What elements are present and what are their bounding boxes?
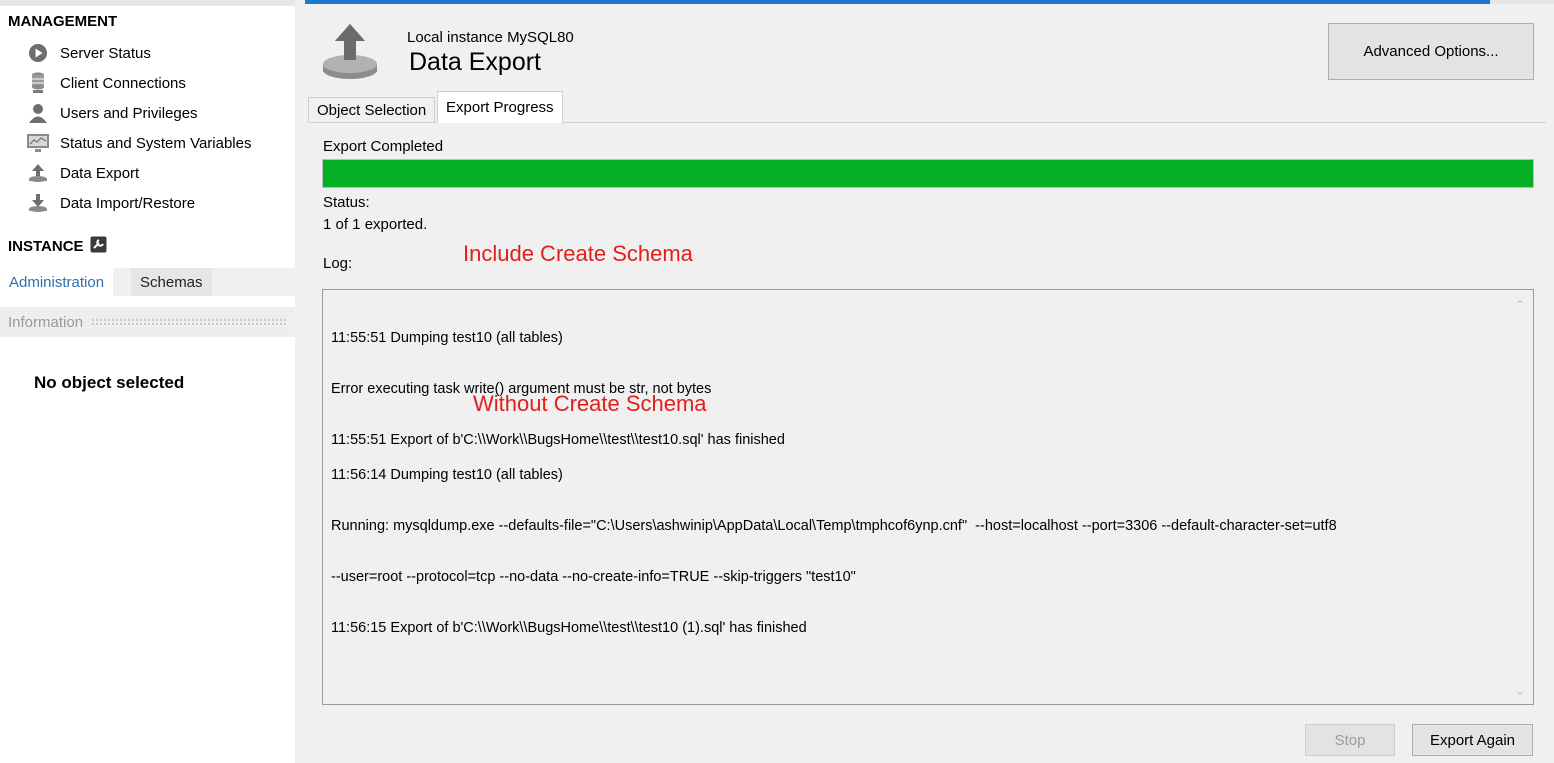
stop-button[interactable]: Stop	[1305, 724, 1395, 756]
log-line: Running: mysqldump.exe --defaults-file="…	[331, 518, 1337, 534]
sidebar-top-strip	[0, 0, 295, 6]
navigator-sidebar: MANAGEMENT Server Status Client Connecti…	[0, 0, 295, 763]
no-object-selected-text: No object selected	[34, 373, 185, 392]
management-heading: MANAGEMENT	[8, 13, 117, 30]
annotation-without-create-schema: Without Create Schema	[473, 391, 707, 416]
nav-item-data-export[interactable]: Data Export	[26, 160, 139, 186]
tab-schemas[interactable]: Schemas	[131, 268, 212, 296]
scroll-down-arrow-icon[interactable]: ⌄	[1513, 684, 1527, 698]
instance-heading: INSTANCE	[8, 236, 107, 257]
nav-item-server-status[interactable]: Server Status	[26, 40, 151, 66]
tab-export-progress-label: Export Progress	[446, 99, 554, 116]
data-export-large-icon	[319, 22, 381, 84]
instance-heading-label: INSTANCE	[8, 238, 84, 255]
log-textarea[interactable]: 11:55:51 Dumping test10 (all tables) Err…	[322, 289, 1534, 705]
tab-export-progress[interactable]: Export Progress	[437, 91, 563, 123]
nav-item-label: Status and System Variables	[60, 134, 252, 152]
log-line: 11:55:51 Dumping test10 (all tables)	[331, 330, 563, 346]
tab-administration[interactable]: Administration	[0, 268, 114, 296]
log-line: 11:56:15 Export of b'C:\\Work\\BugsHome\…	[331, 620, 807, 636]
information-panel-header[interactable]: Information	[0, 307, 295, 337]
sidebar-tabs: Administration Schemas	[0, 268, 295, 296]
monitor-icon	[26, 131, 50, 155]
top-right-strip	[1490, 0, 1554, 4]
nav-item-data-import-restore[interactable]: Data Import/Restore	[26, 190, 195, 216]
log-block-without: 11:56:14 Dumping test10 (all tables) Run…	[331, 433, 1337, 671]
panel-splitter[interactable]	[295, 0, 305, 763]
advanced-options-button[interactable]: Advanced Options...	[1328, 23, 1534, 80]
log-label: Log:	[323, 255, 353, 272]
nav-item-label: Client Connections	[60, 74, 186, 92]
nav-item-label: Users and Privileges	[60, 104, 198, 122]
nav-item-client-connections[interactable]: Client Connections	[26, 70, 186, 96]
tab-schemas-label: Schemas	[140, 273, 203, 291]
tab-object-selection[interactable]: Object Selection	[308, 97, 436, 123]
nav-item-label: Data Export	[60, 164, 140, 182]
information-label: Information	[8, 313, 84, 331]
log-line: 11:56:14 Dumping test10 (all tables)	[331, 467, 563, 483]
page-title: Data Export	[409, 48, 542, 76]
instance-subtitle: Local instance MySQL80	[407, 29, 574, 46]
status-value: 1 of 1 exported.	[323, 216, 428, 233]
database-stack-icon	[26, 71, 50, 95]
progress-bar-fill	[323, 160, 1533, 187]
tab-administration-label: Administration	[9, 273, 105, 291]
drag-handle-dots	[91, 318, 287, 326]
export-upload-icon	[26, 161, 50, 185]
active-tab-indicator	[305, 0, 1554, 4]
nav-item-status-system-variables[interactable]: Status and System Variables	[26, 130, 251, 156]
user-icon	[26, 101, 50, 125]
nav-item-users-privileges[interactable]: Users and Privileges	[26, 100, 198, 126]
tab-object-selection-label: Object Selection	[317, 102, 427, 119]
scroll-up-arrow-icon[interactable]: ⌃	[1513, 298, 1527, 312]
nav-item-label: Server Status	[60, 44, 151, 62]
nav-item-label: Data Import/Restore	[60, 194, 196, 212]
management-heading-label: MANAGEMENT	[8, 13, 118, 30]
wrench-icon[interactable]	[90, 236, 107, 257]
play-circle-icon	[26, 41, 50, 65]
export-progress-bar	[322, 159, 1534, 188]
status-label: Status:	[323, 194, 370, 211]
main-panel: Local instance MySQL80 Data Export Advan…	[305, 0, 1554, 763]
export-again-button[interactable]: Export Again	[1412, 724, 1533, 756]
annotation-include-create-schema: Include Create Schema	[463, 241, 693, 266]
import-download-icon	[26, 191, 50, 215]
export-status-heading: Export Completed	[323, 138, 444, 155]
log-line: --user=root --protocol=tcp --no-data --n…	[331, 569, 856, 585]
